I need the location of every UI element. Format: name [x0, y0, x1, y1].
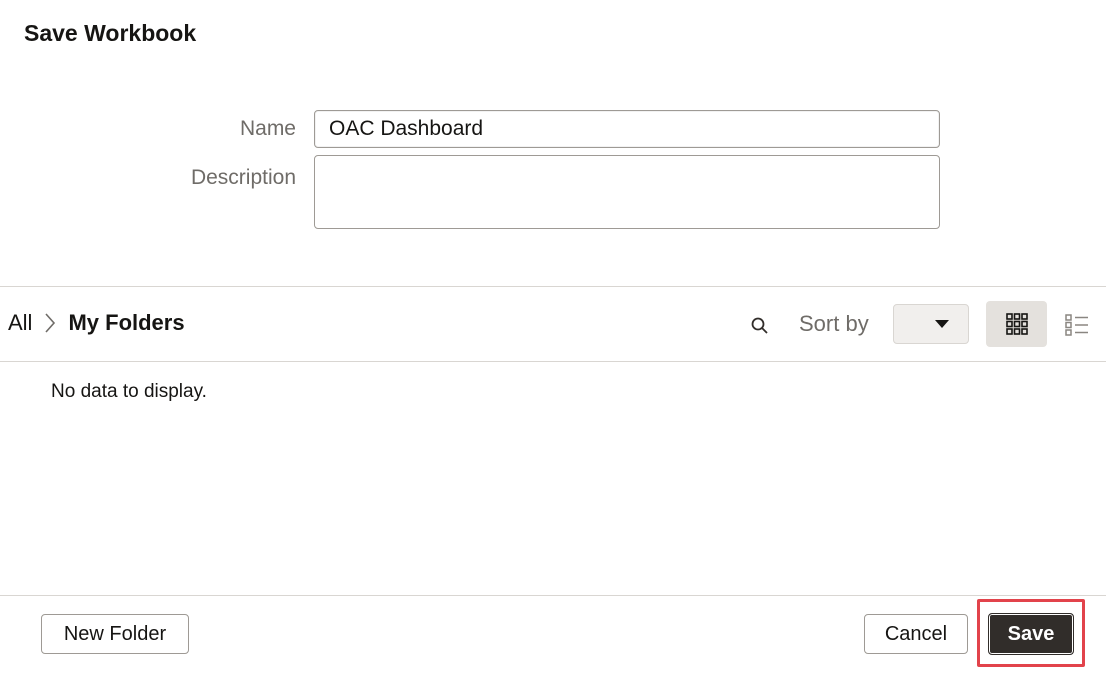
grid-view-icon [1005, 313, 1028, 335]
sort-by-label: Sort by [799, 311, 869, 336]
dialog-title: Save Workbook [24, 20, 197, 46]
description-input[interactable] [314, 155, 940, 229]
name-label: Name [239, 117, 296, 140]
empty-state-message: No data to display. [51, 381, 207, 402]
breadcrumb-all[interactable]: All [8, 310, 32, 336]
list-view-button[interactable] [1062, 310, 1092, 340]
search-button[interactable] [746, 312, 774, 340]
divider [0, 361, 1106, 362]
cancel-button[interactable]: Cancel [864, 614, 968, 654]
breadcrumb-current: My Folders [68, 310, 185, 335]
caret-down-icon [935, 320, 949, 328]
divider [0, 595, 1106, 596]
grid-view-button[interactable] [986, 301, 1047, 347]
breadcrumb: All My Folders [8, 310, 185, 336]
divider [0, 286, 1106, 287]
new-folder-button[interactable]: New Folder [41, 614, 189, 654]
name-input[interactable] [314, 110, 940, 148]
sort-by-dropdown[interactable] [893, 304, 969, 344]
search-icon [751, 317, 768, 334]
description-label: Description [190, 166, 296, 189]
list-view-icon [1065, 314, 1088, 336]
chevron-right-icon [44, 312, 56, 334]
save-button[interactable]: Save [988, 613, 1074, 655]
